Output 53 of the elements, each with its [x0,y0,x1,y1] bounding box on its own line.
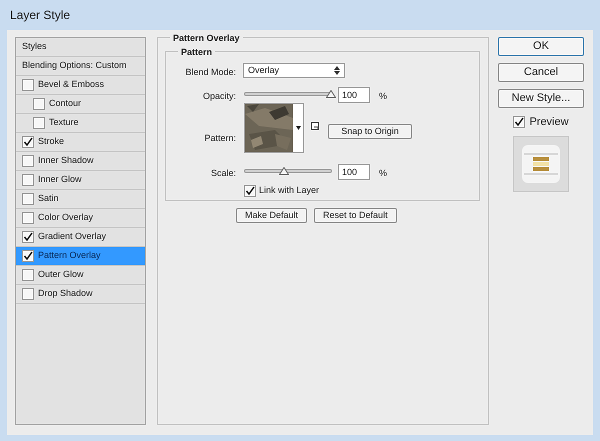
checkbox[interactable] [22,250,34,262]
pattern-picker[interactable] [244,103,304,153]
dialog-button[interactable]: New Style... [498,89,584,108]
style-list-item[interactable]: Bevel & Emboss [16,76,145,95]
new-preset-icon[interactable] [311,122,320,131]
dropdown-arrow-icon [296,126,300,130]
checkbox[interactable] [513,116,526,128]
checkbox-label: Preview [529,115,569,130]
style-preview-icon [522,144,560,182]
style-list-item[interactable]: Inner Shadow [16,152,145,171]
window-title: Layer Style [10,7,70,24]
checkbox[interactable] [22,79,34,91]
style-list-item[interactable]: Texture [16,114,145,133]
style-list-item[interactable]: Blending Options: Custom [16,57,145,76]
checkbox[interactable] [22,269,34,281]
number-field[interactable]: 100 [338,87,370,103]
unit-label: % [379,167,388,180]
style-list-item[interactable]: Styles [16,38,145,57]
blend-mode-dropdown[interactable]: Overlay [243,63,345,78]
field-label: Opacity: [202,90,236,103]
style-list-item[interactable]: Contour [16,95,145,114]
spinner-arrows-icon [334,66,340,75]
field-label: Blend Mode: [185,66,236,79]
checkbox[interactable] [22,212,34,224]
number-field[interactable]: 100 [338,164,370,180]
style-list-item[interactable]: Outer Glow [16,266,145,285]
field-label: Scale: [210,167,236,180]
panel-title: Pattern Overlay [170,32,243,46]
style-list-item[interactable]: Drop Shadow [16,285,145,304]
checkbox[interactable] [33,98,45,110]
slider-thumb[interactable] [278,167,289,175]
dialog-button[interactable]: Cancel [498,63,584,82]
snap-to-origin-button[interactable]: Snap to Origin [328,124,412,139]
unit-label: % [379,90,388,103]
checkbox[interactable] [22,288,34,300]
dialog-button[interactable]: OK [498,37,584,56]
checkbox[interactable] [244,184,256,197]
style-list-item[interactable]: Satin [16,190,145,209]
style-list-item[interactable]: Pattern Overlay [16,247,145,266]
checkbox[interactable] [22,193,34,205]
checkbox-label: Link with Layer [259,184,320,197]
checkbox[interactable] [22,231,34,243]
checkbox[interactable] [22,155,34,167]
checkbox[interactable] [33,117,45,129]
style-list-item[interactable]: Inner Glow [16,171,145,190]
style-list-item[interactable]: Color Overlay [16,209,145,228]
dialog-button[interactable]: Reset to Default [314,208,397,223]
dialog-button[interactable]: Make Default [236,208,308,223]
field-label: Pattern: [204,132,236,145]
checkbox[interactable] [22,174,34,186]
slider-thumb[interactable] [326,90,336,98]
checkbox[interactable] [22,136,34,148]
style-list-item[interactable]: Stroke [16,133,145,152]
